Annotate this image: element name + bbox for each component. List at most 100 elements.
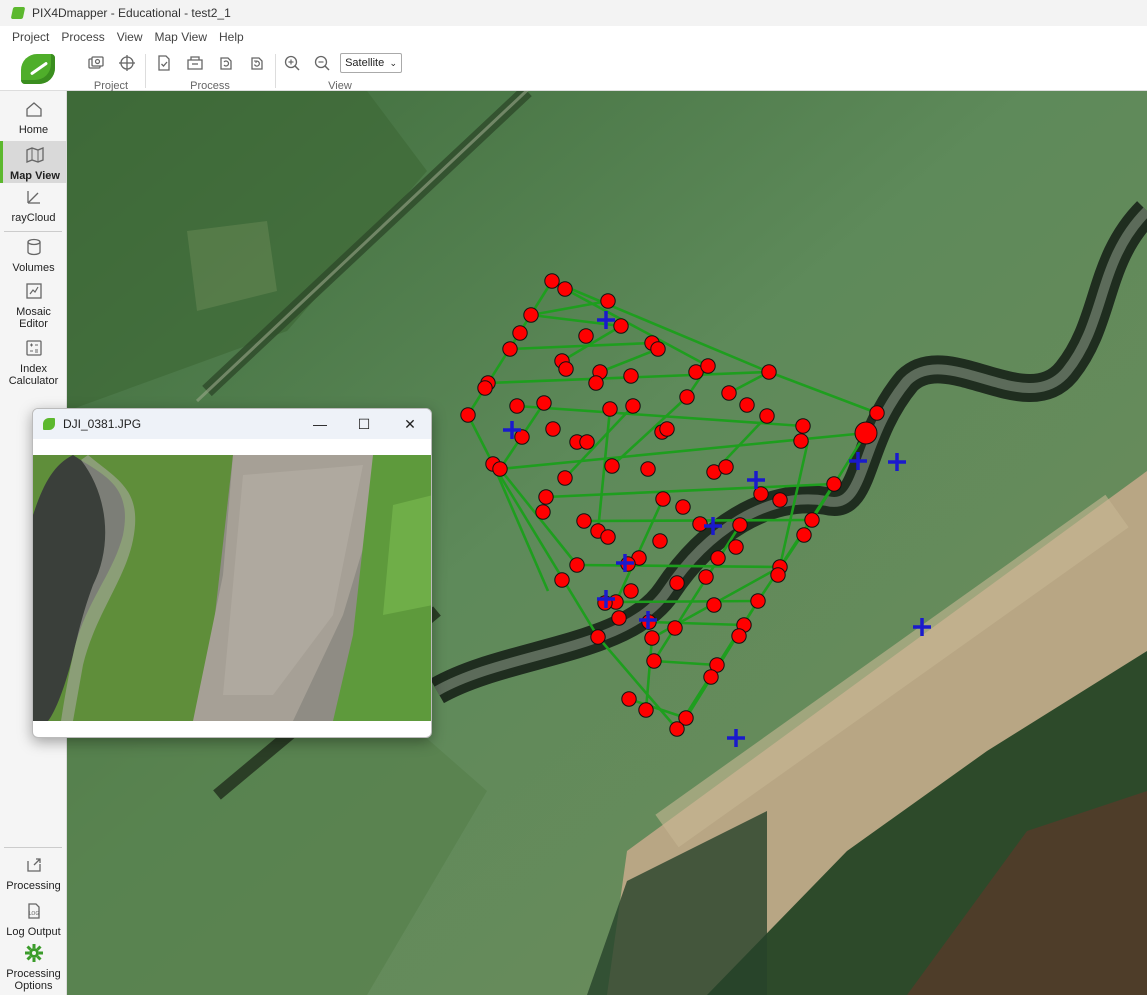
camera-position-marker[interactable] xyxy=(869,405,885,421)
camera-position-marker[interactable] xyxy=(602,401,618,417)
close-button[interactable]: ✕ xyxy=(387,409,431,439)
camera-position-marker[interactable] xyxy=(512,325,528,341)
selected-camera-marker[interactable] xyxy=(854,421,878,445)
sidebar-item-map-view[interactable]: Map View xyxy=(0,141,67,183)
camera-position-marker[interactable] xyxy=(538,489,554,505)
menu-help[interactable]: Help xyxy=(213,30,250,44)
camera-position-marker[interactable] xyxy=(667,620,683,636)
image-preview-window[interactable]: DJI_0381.JPG — ☐ ✕ xyxy=(32,408,432,738)
camera-position-marker[interactable] xyxy=(554,572,570,588)
camera-position-marker[interactable] xyxy=(700,358,716,374)
camera-position-marker[interactable] xyxy=(759,408,775,424)
reprocess-icon[interactable] xyxy=(244,51,269,75)
camera-position-marker[interactable] xyxy=(706,597,722,613)
zoom-in-icon[interactable] xyxy=(280,51,304,75)
camera-position-marker[interactable] xyxy=(578,328,594,344)
sidebar-item-volumes[interactable]: Volumes xyxy=(0,237,67,279)
camera-position-marker[interactable] xyxy=(644,630,660,646)
camera-position-marker[interactable] xyxy=(731,628,747,644)
gcp-marker[interactable] xyxy=(727,729,745,747)
menu-project[interactable]: Project xyxy=(6,30,55,44)
sidebar-item-raycloud[interactable]: rayCloud xyxy=(0,187,67,229)
camera-position-marker[interactable] xyxy=(492,461,508,477)
camera-position-marker[interactable] xyxy=(652,533,668,549)
camera-position-marker[interactable] xyxy=(576,513,592,529)
camera-position-marker[interactable] xyxy=(558,361,574,377)
camera-position-marker[interactable] xyxy=(679,389,695,405)
camera-position-marker[interactable] xyxy=(604,458,620,474)
menu-map-view[interactable]: Map View xyxy=(149,30,213,44)
camera-position-marker[interactable] xyxy=(739,397,755,413)
camera-position-marker[interactable] xyxy=(579,434,595,450)
camera-position-marker[interactable] xyxy=(611,610,627,626)
gcp-marker[interactable] xyxy=(888,453,906,471)
sidebar-item-processing-options[interactable]: Processing Options xyxy=(0,943,67,995)
camera-position-marker[interactable] xyxy=(502,341,518,357)
camera-position-marker[interactable] xyxy=(650,341,666,357)
camera-position-marker[interactable] xyxy=(621,691,637,707)
camera-position-marker[interactable] xyxy=(477,380,493,396)
camera-position-marker[interactable] xyxy=(545,421,561,437)
camera-position-marker[interactable] xyxy=(698,569,714,585)
camera-position-marker[interactable] xyxy=(600,529,616,545)
camera-position-marker[interactable] xyxy=(761,364,777,380)
gcp-marker[interactable] xyxy=(913,618,931,636)
camera-position-marker[interactable] xyxy=(732,517,748,533)
camera-position-marker[interactable] xyxy=(795,418,811,434)
camera-position-marker[interactable] xyxy=(460,407,476,423)
camera-position-marker[interactable] xyxy=(659,421,675,437)
refresh-icon[interactable] xyxy=(213,51,238,75)
camera-position-marker[interactable] xyxy=(655,491,671,507)
camera-position-marker[interactable] xyxy=(826,476,842,492)
camera-position-marker[interactable] xyxy=(569,557,585,573)
camera-position-marker[interactable] xyxy=(544,273,560,289)
camera-position-marker[interactable] xyxy=(646,653,662,669)
camera-position-marker[interactable] xyxy=(770,567,786,583)
camera-position-marker[interactable] xyxy=(640,461,656,477)
menu-view[interactable]: View xyxy=(111,30,149,44)
sidebar-item-index-calculator[interactable]: Index Calculator xyxy=(0,338,67,390)
camera-position-marker[interactable] xyxy=(638,702,654,718)
sidebar-item-log-output[interactable]: LOG Log Output xyxy=(0,901,67,943)
camera-position-marker[interactable] xyxy=(669,721,685,737)
open-folder-icon[interactable] xyxy=(182,51,207,75)
camera-position-marker[interactable] xyxy=(796,527,812,543)
camera-position-marker[interactable] xyxy=(718,459,734,475)
camera-position-marker[interactable] xyxy=(588,375,604,391)
camera-position-marker[interactable] xyxy=(750,593,766,609)
basemap-select[interactable]: Satellite ⌄ xyxy=(340,53,402,73)
check-document-icon[interactable] xyxy=(151,51,176,75)
camera-position-marker[interactable] xyxy=(536,395,552,411)
minimize-button[interactable]: — xyxy=(297,409,343,439)
sidebar-item-home[interactable]: Home xyxy=(0,99,67,141)
camera-position-marker[interactable] xyxy=(623,368,639,384)
camera-position-marker[interactable] xyxy=(804,512,820,528)
camera-position-marker[interactable] xyxy=(669,575,685,591)
camera-position-marker[interactable] xyxy=(509,398,525,414)
maximize-button[interactable]: ☐ xyxy=(341,409,387,439)
camera-position-marker[interactable] xyxy=(728,539,744,555)
camera-position-marker[interactable] xyxy=(772,492,788,508)
camera-position-marker[interactable] xyxy=(600,293,616,309)
camera-position-marker[interactable] xyxy=(623,583,639,599)
camera-position-marker[interactable] xyxy=(692,516,708,532)
camera-position-marker[interactable] xyxy=(514,429,530,445)
camera-position-marker[interactable] xyxy=(675,499,691,515)
zoom-out-icon[interactable] xyxy=(310,51,334,75)
camera-position-marker[interactable] xyxy=(703,669,719,685)
camera-position-marker[interactable] xyxy=(721,385,737,401)
camera-position-marker[interactable] xyxy=(557,281,573,297)
camera-position-marker[interactable] xyxy=(710,550,726,566)
camera-position-marker[interactable] xyxy=(613,318,629,334)
sidebar-item-processing[interactable]: Processing xyxy=(0,855,67,897)
camera-position-marker[interactable] xyxy=(625,398,641,414)
crosshair-icon[interactable] xyxy=(114,51,139,75)
camera-position-marker[interactable] xyxy=(793,433,809,449)
sidebar-item-mosaic-editor[interactable]: Mosaic Editor xyxy=(0,281,67,333)
camera-position-marker[interactable] xyxy=(523,307,539,323)
camera-position-marker[interactable] xyxy=(535,504,551,520)
camera-position-marker[interactable] xyxy=(590,629,606,645)
camera-stack-icon[interactable] xyxy=(83,51,108,75)
camera-position-marker[interactable] xyxy=(557,470,573,486)
menu-process[interactable]: Process xyxy=(55,30,110,44)
